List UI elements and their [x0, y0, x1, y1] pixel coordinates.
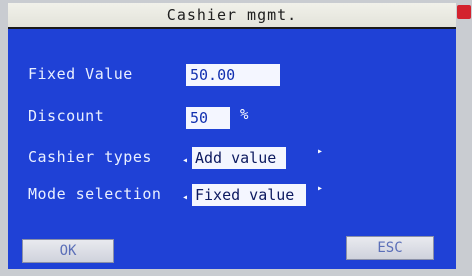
- arrow-right-icon[interactable]: ▸: [317, 147, 323, 157]
- mode-selection-label: Mode selection: [28, 185, 162, 203]
- dialog-screen: Cashier mgmt. Fixed Value 50.00 Discount…: [8, 3, 456, 269]
- discount-input[interactable]: 50: [186, 107, 230, 129]
- device-frame: Cashier mgmt. Fixed Value 50.00 Discount…: [0, 0, 472, 276]
- arrow-left-icon[interactable]: ◂: [182, 156, 188, 166]
- mode-selection-select[interactable]: Fixed value: [192, 184, 306, 206]
- arrow-right-icon[interactable]: ▸: [317, 184, 323, 194]
- discount-label: Discount: [28, 107, 105, 125]
- dialog-title: Cashier mgmt.: [8, 3, 456, 29]
- esc-button[interactable]: ESC: [346, 236, 434, 260]
- corner-indicator-icon: [457, 5, 471, 19]
- cashier-types-select[interactable]: Add value: [192, 147, 286, 169]
- arrow-left-icon[interactable]: ◂: [182, 193, 188, 203]
- ok-button[interactable]: OK: [22, 239, 114, 263]
- cashier-types-label: Cashier types: [28, 148, 152, 166]
- fixed-value-input[interactable]: 50.00: [186, 64, 280, 86]
- percent-unit: %: [240, 107, 249, 123]
- fixed-value-label: Fixed Value: [28, 65, 133, 83]
